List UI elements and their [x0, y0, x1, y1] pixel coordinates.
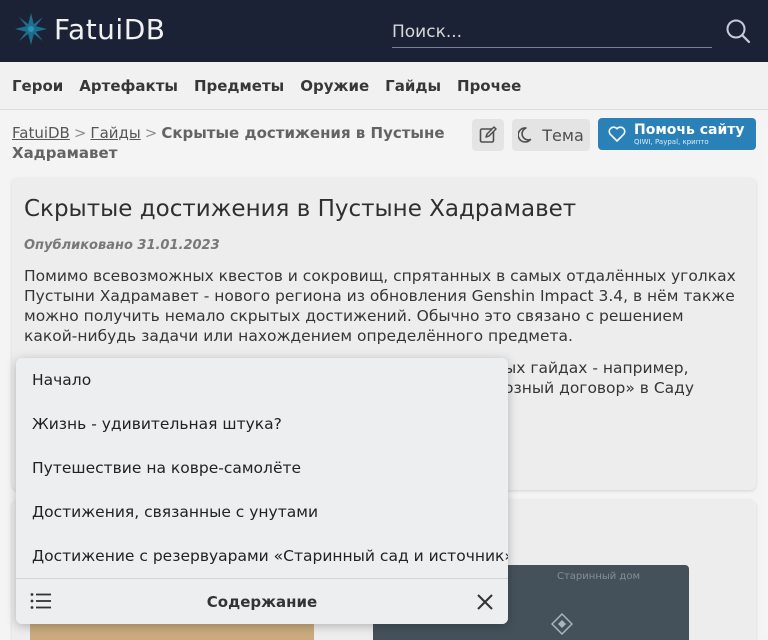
search-input[interactable] — [392, 18, 712, 46]
toc-item[interactable]: Путешествие на ковре-самолёте — [32, 459, 301, 477]
toc-footer: Содержание — [16, 578, 508, 624]
theme-label: Тема — [542, 125, 584, 145]
search-icon — [726, 19, 751, 44]
toc-item[interactable]: Жизнь - удивительная штука? — [32, 415, 282, 433]
top-header: FatuiDB — [0, 0, 768, 62]
breadcrumb-separator: > — [73, 124, 87, 142]
nav-item-weapons[interactable]: Оружие — [300, 77, 369, 95]
toc-title[interactable]: Содержание — [16, 593, 508, 611]
article-paragraph-fragment: озный договор» в Саду — [504, 379, 695, 397]
publish-date: Опубликовано 31.01.2023 — [24, 238, 220, 253]
heart-icon — [608, 126, 626, 142]
map-image-left — [30, 624, 314, 640]
breadcrumb-guides[interactable]: Гайды — [90, 124, 140, 142]
breadcrumb-home[interactable]: FatuiDB — [12, 124, 70, 142]
donate-button[interactable]: Помочь сайту QIWI, Paypal, крипто — [598, 118, 756, 150]
theme-toggle-button[interactable]: Тема — [512, 119, 590, 151]
edit-icon — [479, 126, 497, 143]
article-paragraph: Помимо всевозможных квестов и сокровищ, … — [24, 267, 736, 345]
donate-title: Помочь сайту — [634, 122, 745, 138]
main-nav: Герои Артефакты Предметы Оружие Гайды Пр… — [0, 62, 768, 110]
toc-item[interactable]: Начало — [32, 371, 91, 389]
nav-item-guides[interactable]: Гайды — [385, 77, 441, 95]
close-icon[interactable] — [476, 593, 494, 611]
moon-icon — [518, 127, 532, 143]
toc-item[interactable]: Достижения, связанные с унутами — [32, 503, 318, 521]
nav-item-other[interactable]: Прочее — [457, 77, 521, 95]
breadcrumb-separator: > — [144, 124, 158, 142]
page-title: Скрытые достижения в Пустыне Хадрамавет — [24, 196, 577, 222]
edit-button[interactable] — [472, 119, 504, 151]
breadcrumb: FatuiDB > Гайды > Скрытые достижения в Пусты… — [12, 123, 452, 163]
search-box — [392, 18, 712, 48]
donate-subtitle: QIWI, Paypal, крипто — [634, 138, 709, 146]
toc-popup: Начало Жизнь - удивительная штука? Путеш… — [16, 358, 508, 624]
star-logo-icon — [15, 13, 47, 45]
nav-item-artifacts[interactable]: Артефакты — [79, 77, 178, 95]
search-button[interactable] — [722, 15, 754, 47]
nav-item-items[interactable]: Предметы — [194, 77, 284, 95]
toc-item[interactable]: Достижение с резервуарами «Старинный сад… — [32, 547, 508, 565]
article-paragraph-fragment: ых гайдах - например, — [504, 359, 689, 377]
nav-item-heroes[interactable]: Герои — [12, 77, 63, 95]
map-location-label: Старинный дом — [557, 571, 641, 582]
logo-text: FatuiDB — [54, 12, 166, 46]
site-logo[interactable]: FatuiDB — [14, 12, 165, 46]
map-marker-icon — [551, 613, 573, 635]
